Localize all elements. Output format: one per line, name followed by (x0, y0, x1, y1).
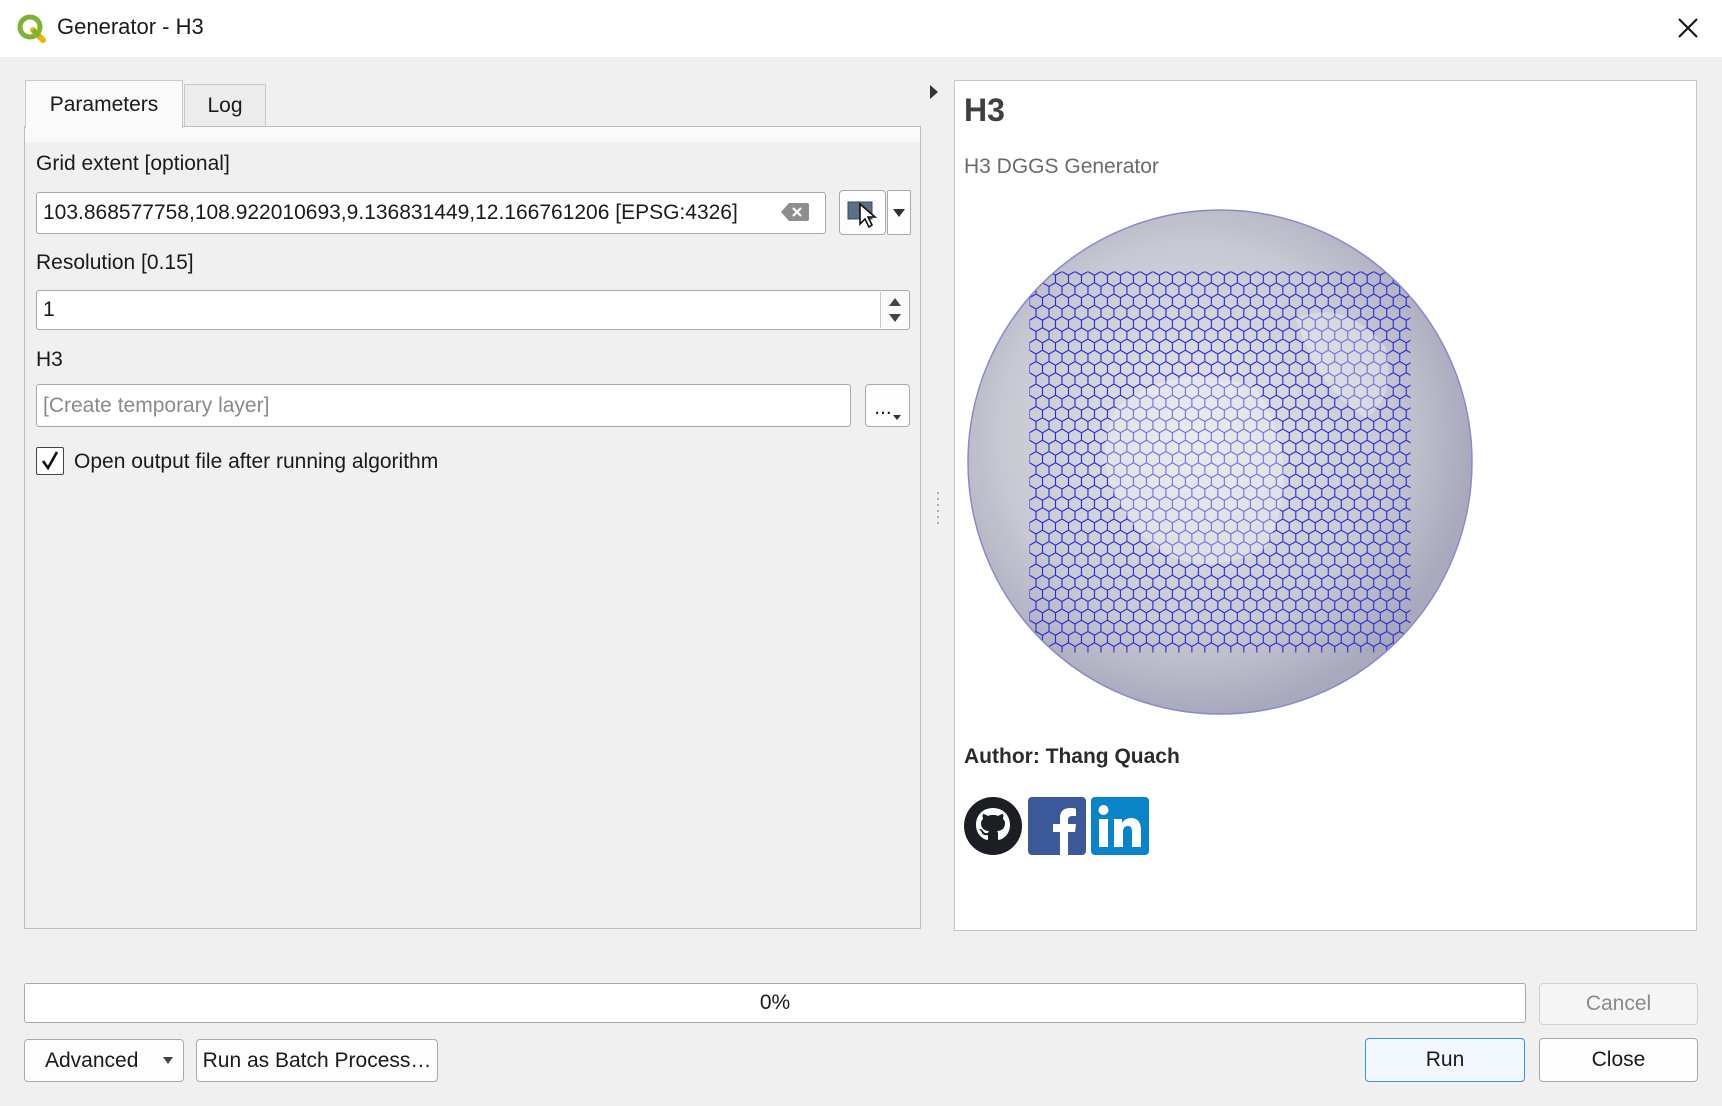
resolution-value: 1 (43, 298, 55, 321)
linkedin-icon[interactable] (1091, 797, 1149, 855)
run-button[interactable]: Run (1365, 1038, 1525, 1082)
grid-extent-label: Grid extent [optional] (36, 152, 230, 175)
cancel-label: Cancel (1585, 992, 1652, 1015)
checkmark-icon (41, 451, 59, 471)
tab-parameters[interactable]: Parameters (25, 80, 183, 128)
batch-label: Run as Batch Process… (202, 1048, 432, 1072)
select-extent-on-map-button[interactable] (839, 190, 886, 235)
output-placeholder: [Create temporary layer] (43, 393, 270, 417)
tab-parameters-label: Parameters (49, 92, 159, 116)
spin-up-icon[interactable] (889, 298, 901, 306)
h3-globe-image (967, 209, 1473, 715)
parameters-panel (24, 126, 921, 929)
advanced-label: Advanced (45, 1048, 139, 1072)
progress-text: 0% (759, 991, 791, 1014)
run-label: Run (1425, 1048, 1465, 1071)
parameters-panel-header (25, 127, 920, 142)
tab-log-label: Log (207, 94, 243, 117)
resolution-spinbox[interactable]: 1 (36, 290, 910, 330)
resolution-label: Resolution [0.15] (36, 251, 194, 274)
title-bar (0, 0, 1722, 58)
help-subtitle: H3 DGGS Generator (964, 155, 1159, 178)
chevron-down-icon (163, 1057, 173, 1064)
open-output-checkbox[interactable] (36, 447, 64, 475)
collapse-help-arrow-icon[interactable] (928, 84, 940, 100)
output-label: H3 (36, 348, 63, 371)
extent-options-dropdown[interactable] (887, 190, 911, 235)
resolution-spin-buttons[interactable] (880, 292, 908, 328)
run-as-batch-button[interactable]: Run as Batch Process… (196, 1039, 438, 1082)
map-cursor-icon (847, 201, 877, 228)
output-browse-button[interactable]: ... (865, 384, 910, 427)
chevron-down-icon (892, 415, 901, 420)
open-output-label: Open output file after running algorithm (74, 450, 439, 473)
github-icon[interactable] (964, 797, 1022, 855)
author-text: Author: Thang Quach (964, 745, 1180, 768)
progress-bar: 0% (24, 983, 1526, 1023)
help-title: H3 (964, 92, 1005, 128)
tab-log[interactable]: Log (184, 84, 266, 127)
close-label: Close (1591, 1048, 1646, 1071)
advanced-button[interactable]: Advanced (24, 1039, 184, 1082)
grid-extent-input[interactable]: 103.868577758,108.922010693,9.136831449,… (36, 192, 826, 234)
grid-extent-value: 103.868577758,108.922010693,9.136831449,… (43, 201, 738, 224)
spin-down-icon[interactable] (889, 314, 901, 322)
backspace-clear-icon[interactable] (780, 201, 810, 223)
chevron-down-icon (893, 208, 905, 217)
qgis-icon (17, 14, 46, 43)
window-title: Generator - H3 (57, 14, 204, 39)
splitter-handle[interactable] (936, 490, 940, 526)
close-icon[interactable] (1670, 10, 1706, 46)
cancel-button[interactable]: Cancel (1539, 983, 1698, 1025)
output-layer-input[interactable]: [Create temporary layer] (36, 384, 851, 427)
browse-label: ... (874, 396, 892, 419)
facebook-icon[interactable] (1028, 797, 1086, 855)
close-button[interactable]: Close (1539, 1038, 1698, 1082)
